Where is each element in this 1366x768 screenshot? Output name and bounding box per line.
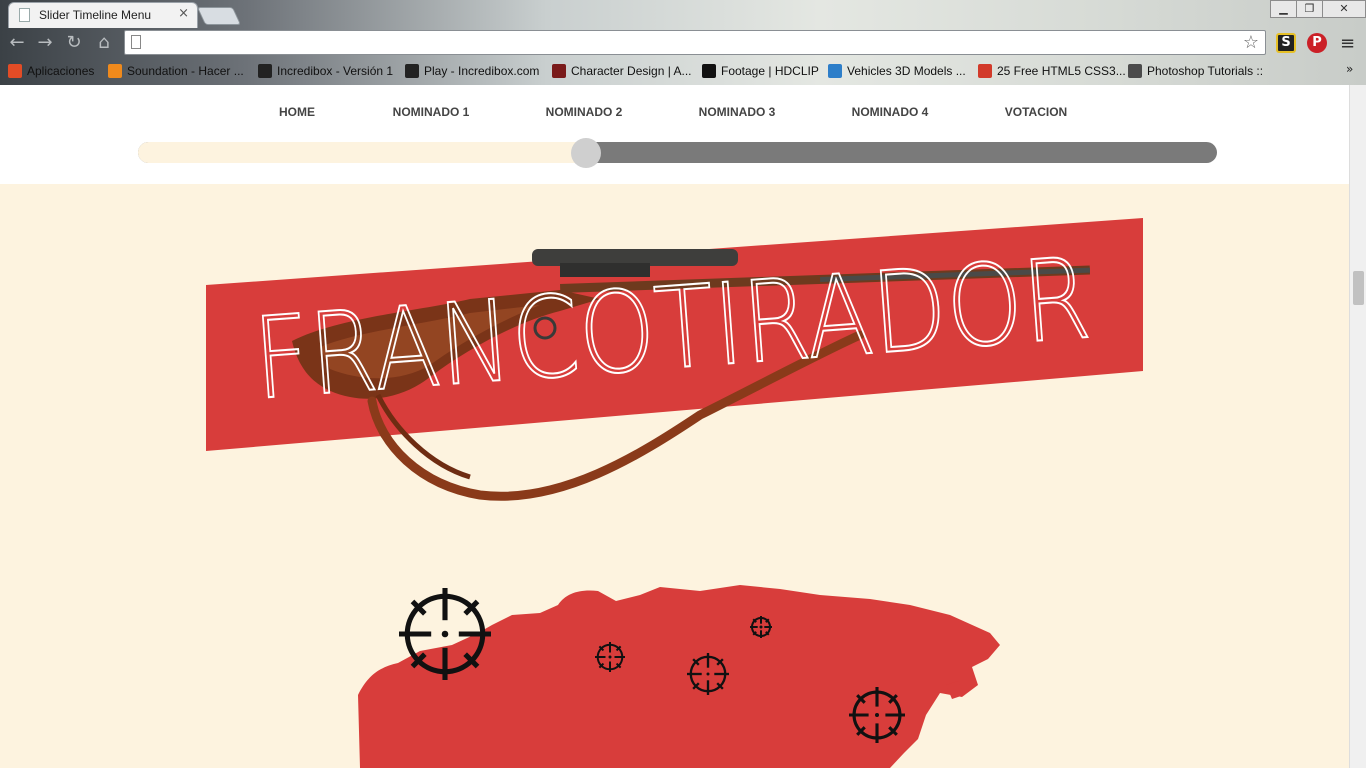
page-icon bbox=[131, 35, 141, 49]
bookmark-label: Character Design | A... bbox=[571, 64, 692, 78]
scrollbar-thumb[interactable] bbox=[1353, 271, 1364, 305]
reload-icon[interactable]: ↻ bbox=[63, 32, 85, 54]
bookmarks-more-icon[interactable]: » bbox=[1346, 62, 1353, 76]
crosshair-icon bbox=[399, 588, 491, 680]
bookmark-item[interactable]: Aplicaciones bbox=[8, 62, 94, 80]
apps-grid-icon bbox=[8, 64, 22, 78]
bookmark-item[interactable]: Vehicles 3D Models ... bbox=[828, 62, 966, 80]
extension-s-icon[interactable]: S bbox=[1276, 33, 1296, 53]
bookmark-label: Aplicaciones bbox=[27, 64, 95, 78]
bookmark-label: 25 Free HTML5 CSS3... bbox=[997, 64, 1126, 78]
page-viewport: HOME NOMINADO 1 NOMINADO 2 NOMINADO 3 NOMINA… bbox=[0, 85, 1349, 768]
soundation-icon bbox=[108, 64, 122, 78]
crosshair-icon bbox=[750, 616, 772, 638]
minimize-button[interactable]: ▁ bbox=[1270, 0, 1297, 18]
tab-strip: Slider Timeline Menu × ▁ ❐ ✕ bbox=[0, 0, 1366, 28]
forward-icon[interactable]: → bbox=[34, 32, 56, 54]
bookmark-item[interactable]: Soundation - Hacer ... bbox=[108, 62, 244, 80]
menu-icon[interactable]: ≡ bbox=[1340, 33, 1355, 54]
bookmark-item[interactable]: Footage | HDCLIP bbox=[702, 62, 819, 80]
cd-icon bbox=[552, 64, 566, 78]
3d-icon bbox=[828, 64, 842, 78]
crosshair-icon bbox=[595, 642, 625, 672]
world-map bbox=[358, 585, 1000, 768]
tab-title: Slider Timeline Menu bbox=[39, 8, 152, 22]
page-scrollbar[interactable] bbox=[1349, 85, 1366, 768]
crosshair-icon bbox=[849, 687, 905, 743]
bookmark-item[interactable]: Incredibox - Versión 1 bbox=[258, 62, 393, 80]
bookmark-label: Vehicles 3D Models ... bbox=[847, 64, 966, 78]
hero-illustration: FRANCOTIRADOR bbox=[206, 218, 1143, 768]
bookmark-item[interactable]: Character Design | A... bbox=[552, 62, 692, 80]
bookmark-label: Soundation - Hacer ... bbox=[127, 64, 244, 78]
tab-close-icon[interactable]: × bbox=[178, 6, 189, 21]
photoshop-icon bbox=[1128, 64, 1142, 78]
address-bar[interactable]: ☆ bbox=[124, 30, 1266, 55]
browser-tab[interactable]: Slider Timeline Menu × bbox=[8, 2, 198, 28]
close-window-button[interactable]: ✕ bbox=[1322, 0, 1366, 18]
bookmarks-bar: Aplicaciones Soundation - Hacer ... Incred… bbox=[0, 58, 1366, 84]
pinterest-icon[interactable]: P bbox=[1307, 33, 1327, 53]
crosshair-icon bbox=[687, 653, 729, 695]
footage-icon bbox=[702, 64, 716, 78]
bookmark-item[interactable]: Photoshop Tutorials :: bbox=[1128, 62, 1263, 80]
bookmark-label: Photoshop Tutorials :: bbox=[1147, 64, 1264, 78]
home-icon[interactable]: ⌂ bbox=[93, 32, 115, 54]
maximize-button[interactable]: ❐ bbox=[1296, 0, 1323, 18]
bookmark-label: Incredibox - Versión 1 bbox=[277, 64, 394, 78]
browser-chrome: Slider Timeline Menu × ▁ ❐ ✕ ← → ↻ ⌂ ☆ S… bbox=[0, 0, 1366, 85]
bookmark-label: Footage | HDCLIP bbox=[721, 64, 819, 78]
back-icon[interactable]: ← bbox=[6, 32, 28, 54]
cube-icon bbox=[258, 64, 272, 78]
html5-icon bbox=[978, 64, 992, 78]
bookmark-label: Play - Incredibox.com bbox=[424, 64, 540, 78]
page-icon bbox=[19, 8, 30, 22]
bookmark-item[interactable]: 25 Free HTML5 CSS3... bbox=[978, 62, 1126, 80]
bookmark-item[interactable]: Play - Incredibox.com bbox=[405, 62, 539, 80]
cube-icon bbox=[405, 64, 419, 78]
new-tab-button[interactable] bbox=[196, 7, 242, 25]
bookmark-star-icon[interactable]: ☆ bbox=[1243, 32, 1259, 53]
